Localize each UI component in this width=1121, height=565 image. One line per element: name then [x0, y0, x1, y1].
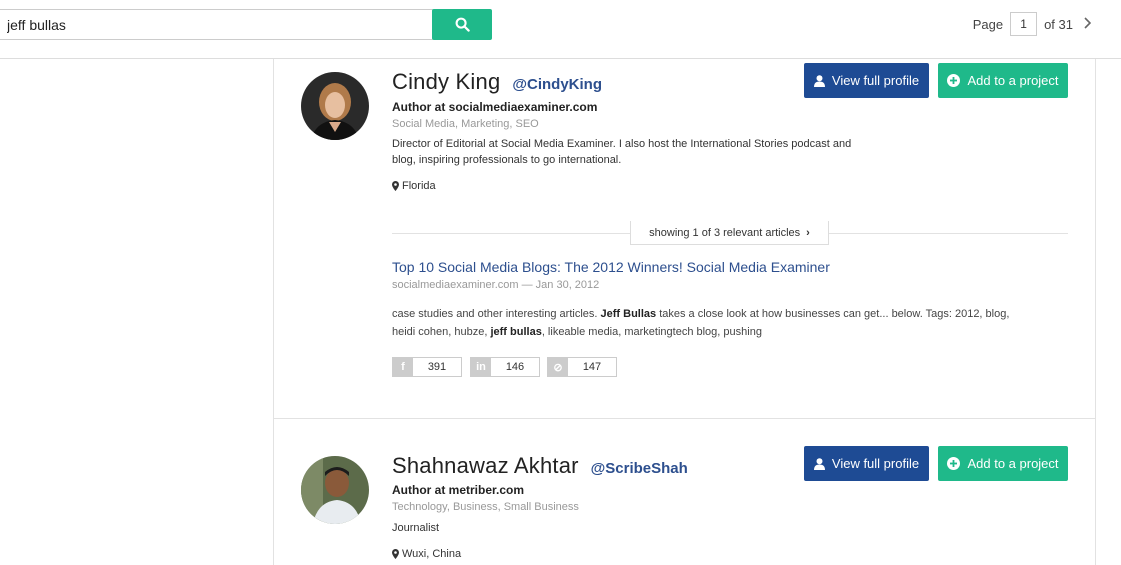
facebook-share-count[interactable]: f 391 [392, 357, 462, 377]
snippet-text: , likeable media, marketingtech blog, pu… [541, 326, 762, 338]
share-count: 146 [505, 361, 525, 373]
avatar [301, 456, 369, 524]
page-label: Page [972, 16, 1004, 32]
relevant-articles-label: showing 1 of 3 relevant articles [649, 226, 801, 239]
results-list: Cindy King @CindyKing Author at socialme… [273, 59, 1096, 565]
pagination: Page 1 of 31 [972, 12, 1092, 36]
user-icon [813, 74, 825, 87]
snippet-highlight: jeff bullas [490, 326, 542, 338]
chevron-right-icon [1084, 16, 1092, 29]
plus-circle-icon [947, 457, 961, 470]
location-label: Wuxi, China [402, 548, 462, 560]
view-full-profile-button[interactable]: View full profile [804, 63, 929, 98]
author-location: Florida [392, 180, 436, 192]
author-topics: Social Media, Marketing, SEO [392, 118, 539, 130]
share-count: 147 [582, 361, 602, 373]
search-icon [455, 17, 470, 32]
author-topics: Technology, Business, Small Business [392, 501, 579, 513]
pinterest-icon: ⊘ [548, 358, 568, 376]
add-to-project-button[interactable]: Add to a project [938, 446, 1068, 481]
page-number-input[interactable]: 1 [1010, 12, 1038, 36]
add-to-project-label: Add to a project [967, 73, 1059, 88]
twitter-handle-link[interactable]: @ScribeShah [591, 460, 688, 477]
search-button[interactable] [432, 9, 492, 40]
author-role: Author at metriber.com [392, 483, 525, 497]
view-full-profile-label: View full profile [831, 73, 920, 88]
avatar [301, 72, 369, 140]
share-count: 391 [427, 361, 447, 373]
author-card: Shahnawaz Akhtar @ScribeShah Author at m… [274, 420, 1095, 565]
author-card: Cindy King @CindyKing Author at socialme… [274, 59, 1095, 419]
view-full-profile-label: View full profile [831, 456, 920, 471]
relevant-articles-toggle[interactable]: showing 1 of 3 relevant articles › [630, 221, 829, 245]
add-to-project-label: Add to a project [967, 456, 1059, 471]
article-meta: socialmediaexaminer.com — Jan 30, 2012 [392, 279, 600, 291]
article-title-link[interactable]: Top 10 Social Media Blogs: The 2012 Winn… [392, 259, 830, 275]
article-snippet: case studies and other interesting artic… [392, 305, 1022, 341]
pinterest-share-count[interactable]: ⊘ 147 [547, 357, 617, 377]
view-full-profile-button[interactable]: View full profile [804, 446, 929, 481]
author-name-line: Cindy King @CindyKing [392, 69, 602, 95]
user-icon [813, 457, 825, 470]
author-name-line: Shahnawaz Akhtar @ScribeShah [392, 453, 688, 479]
author-bio: Director of Editorial at Social Media Ex… [392, 138, 852, 166]
next-page-button[interactable] [1083, 16, 1092, 32]
linkedin-share-count[interactable]: in 146 [470, 357, 540, 377]
facebook-icon: f [393, 358, 413, 376]
author-bio: Journalist [392, 522, 440, 534]
author-name: Shahnawaz Akhtar [392, 453, 579, 478]
add-to-project-button[interactable]: Add to a project [938, 63, 1068, 98]
author-role: Author at socialmediaexaminer.com [392, 100, 598, 114]
map-pin-icon [392, 181, 399, 191]
linkedin-icon: in [471, 358, 491, 376]
chevron-right-icon: › [806, 226, 810, 239]
snippet-highlight: Jeff Bullas [600, 308, 657, 320]
page-total: of 31 [1044, 16, 1073, 32]
plus-circle-icon [947, 74, 961, 87]
location-label: Florida [402, 180, 436, 192]
author-location: Wuxi, China [392, 548, 461, 560]
twitter-handle-link[interactable]: @CindyKing [512, 76, 602, 93]
map-pin-icon [392, 549, 399, 559]
snippet-text: case studies and other interesting artic… [392, 308, 601, 320]
top-bar: Page 1 of 31 [0, 0, 1121, 59]
author-name: Cindy King [392, 69, 501, 94]
search-input[interactable] [0, 9, 434, 40]
